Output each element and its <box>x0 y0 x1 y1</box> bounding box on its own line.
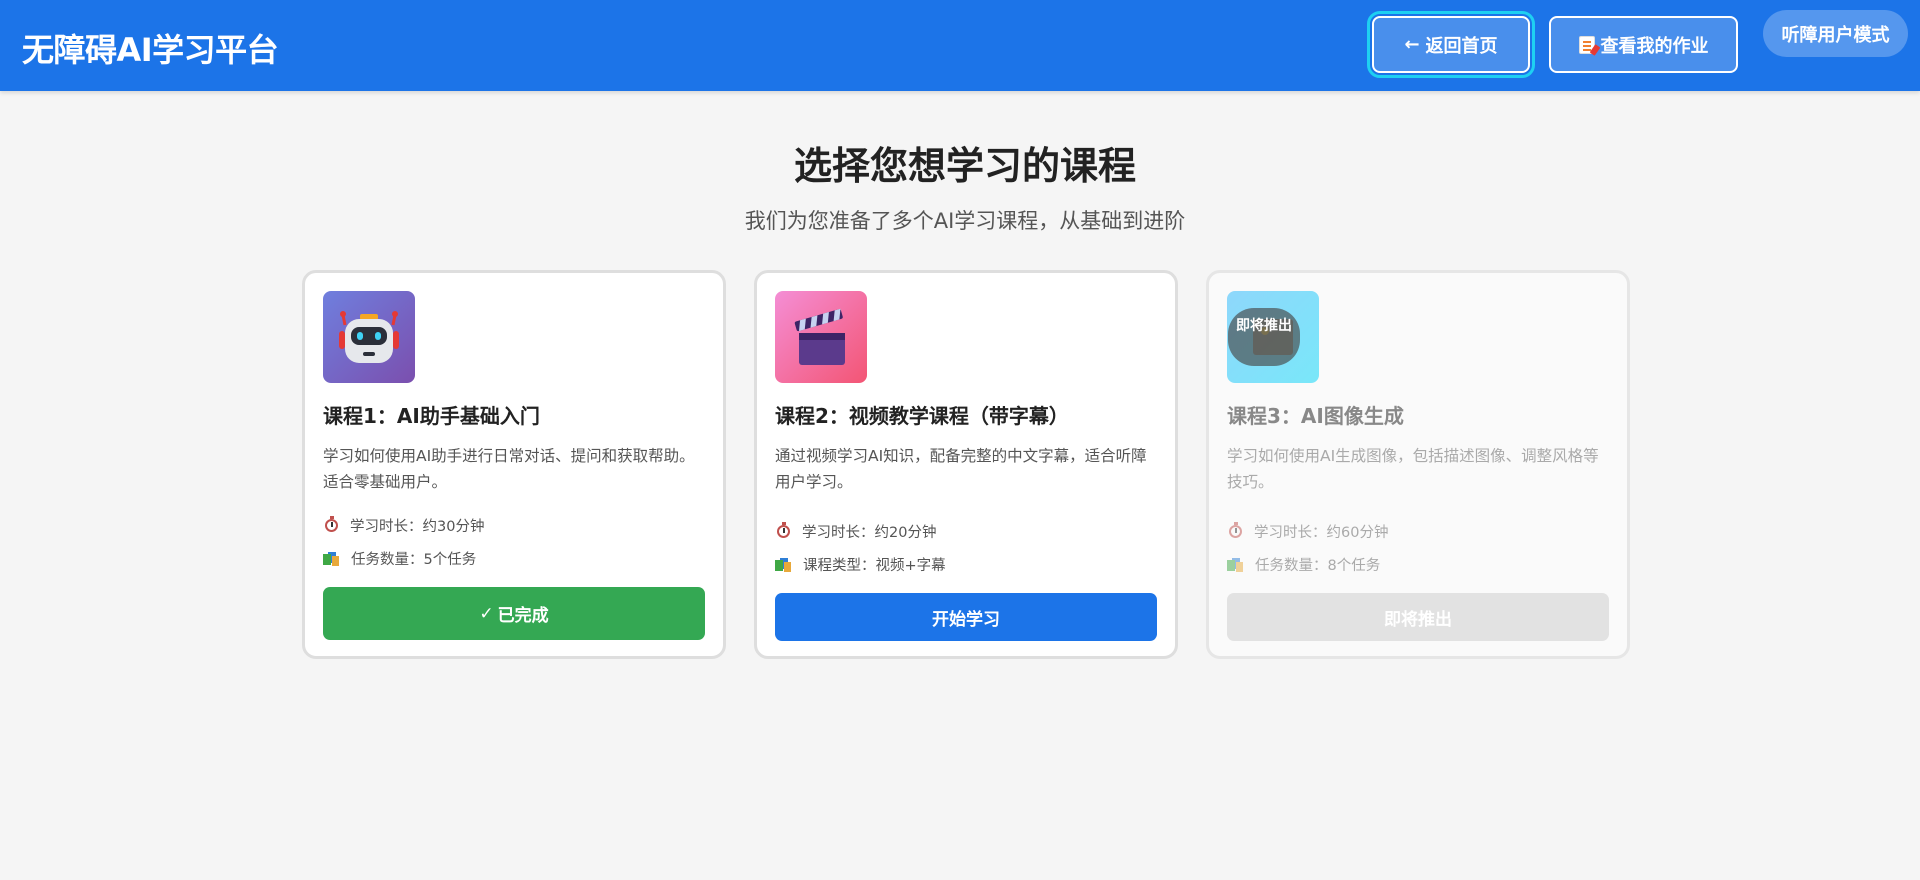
coming-soon-badge: 即将推出 <box>1228 308 1300 366</box>
view-homework-label: 查看我的作业 <box>1600 35 1709 57</box>
start-learning-button[interactable]: 开始学习 <box>775 593 1157 641</box>
course-card-1[interactable]: 课程1：AI助手基础入门 学习如何使用AI助手进行日常对话、提问和获取帮助。适合… <box>302 270 726 659</box>
back-home-button[interactable]: ← 返回首页 <box>1367 11 1535 78</box>
course-duration-text: 学习时长：约30分钟 <box>350 519 485 535</box>
books-icon <box>1227 557 1243 573</box>
completed-button[interactable]: ✓ 已完成 <box>323 587 705 640</box>
course-description: 学习如何使用AI助手进行日常对话、提问和获取帮助。适合零基础用户。 <box>323 447 695 491</box>
hearing-impaired-mode-toggle[interactable]: 听障用户模式 <box>1763 10 1908 57</box>
books-icon <box>323 551 339 567</box>
course-duration: 学习时长：约20分钟 <box>775 521 936 542</box>
checkmark-icon: ✓ <box>479 603 494 624</box>
course-title: 课程2：视频教学课程（带字幕） <box>775 404 1069 428</box>
course-type-text: 课程类型：视频+字幕 <box>803 558 946 574</box>
course-title: 课程3：AI图像生成 <box>1227 404 1404 428</box>
course-duration-text: 学习时长：约20分钟 <box>802 525 937 541</box>
books-icon <box>775 557 791 573</box>
course-card-2[interactable]: 课程2：视频教学课程（带字幕） 通过视频学习AI知识，配备完整的中文字幕，适合听… <box>754 270 1178 659</box>
page-title: 选择您想学习的课程 <box>793 144 1136 188</box>
course-duration: 学习时长：约30分钟 <box>323 515 484 536</box>
arrow-left-icon: ← <box>1404 34 1420 55</box>
course-task-count: 任务数量：5个任务 <box>323 548 476 569</box>
course-duration: 学习时长：约60分钟 <box>1227 521 1388 542</box>
back-home-label: 返回首页 <box>1425 35 1498 57</box>
course-title: 课程1：AI助手基础入门 <box>323 404 540 428</box>
course-card-3: 即将推出 课程3：AI图像生成 学习如何使用AI生成图像，包括描述图像、调整风格… <box>1206 270 1630 659</box>
completed-label: 已完成 <box>497 606 549 626</box>
course-task-count-text: 任务数量：5个任务 <box>351 552 477 568</box>
timer-icon <box>325 516 338 532</box>
robot-icon <box>323 291 415 383</box>
top-header: 无障碍AI学习平台 ← 返回首页 查看我的作业 听障用户模式 <box>0 0 1920 91</box>
course-task-count-text: 任务数量：8个任务 <box>1255 558 1381 574</box>
course-duration-text: 学习时长：约60分钟 <box>1254 525 1389 541</box>
page-subtitle: 我们为您准备了多个AI学习课程，从基础到进阶 <box>744 209 1186 233</box>
timer-icon <box>777 522 790 538</box>
course-description: 学习如何使用AI生成图像，包括描述图像、调整风格等技巧。 <box>1227 447 1599 491</box>
course-task-count: 任务数量：8个任务 <box>1227 554 1380 575</box>
course-description: 通过视频学习AI知识，配备完整的中文字幕，适合听障用户学习。 <box>775 447 1147 491</box>
course-type: 课程类型：视频+字幕 <box>775 554 946 575</box>
clapperboard-icon <box>775 291 867 383</box>
platform-title: 无障碍AI学习平台 <box>22 31 279 69</box>
document-icon <box>1578 35 1595 54</box>
view-homework-button[interactable]: 查看我的作业 <box>1549 16 1738 73</box>
coming-soon-button: 即将推出 <box>1227 593 1609 641</box>
timer-icon <box>1229 522 1242 538</box>
image-icon: 即将推出 <box>1227 291 1319 383</box>
